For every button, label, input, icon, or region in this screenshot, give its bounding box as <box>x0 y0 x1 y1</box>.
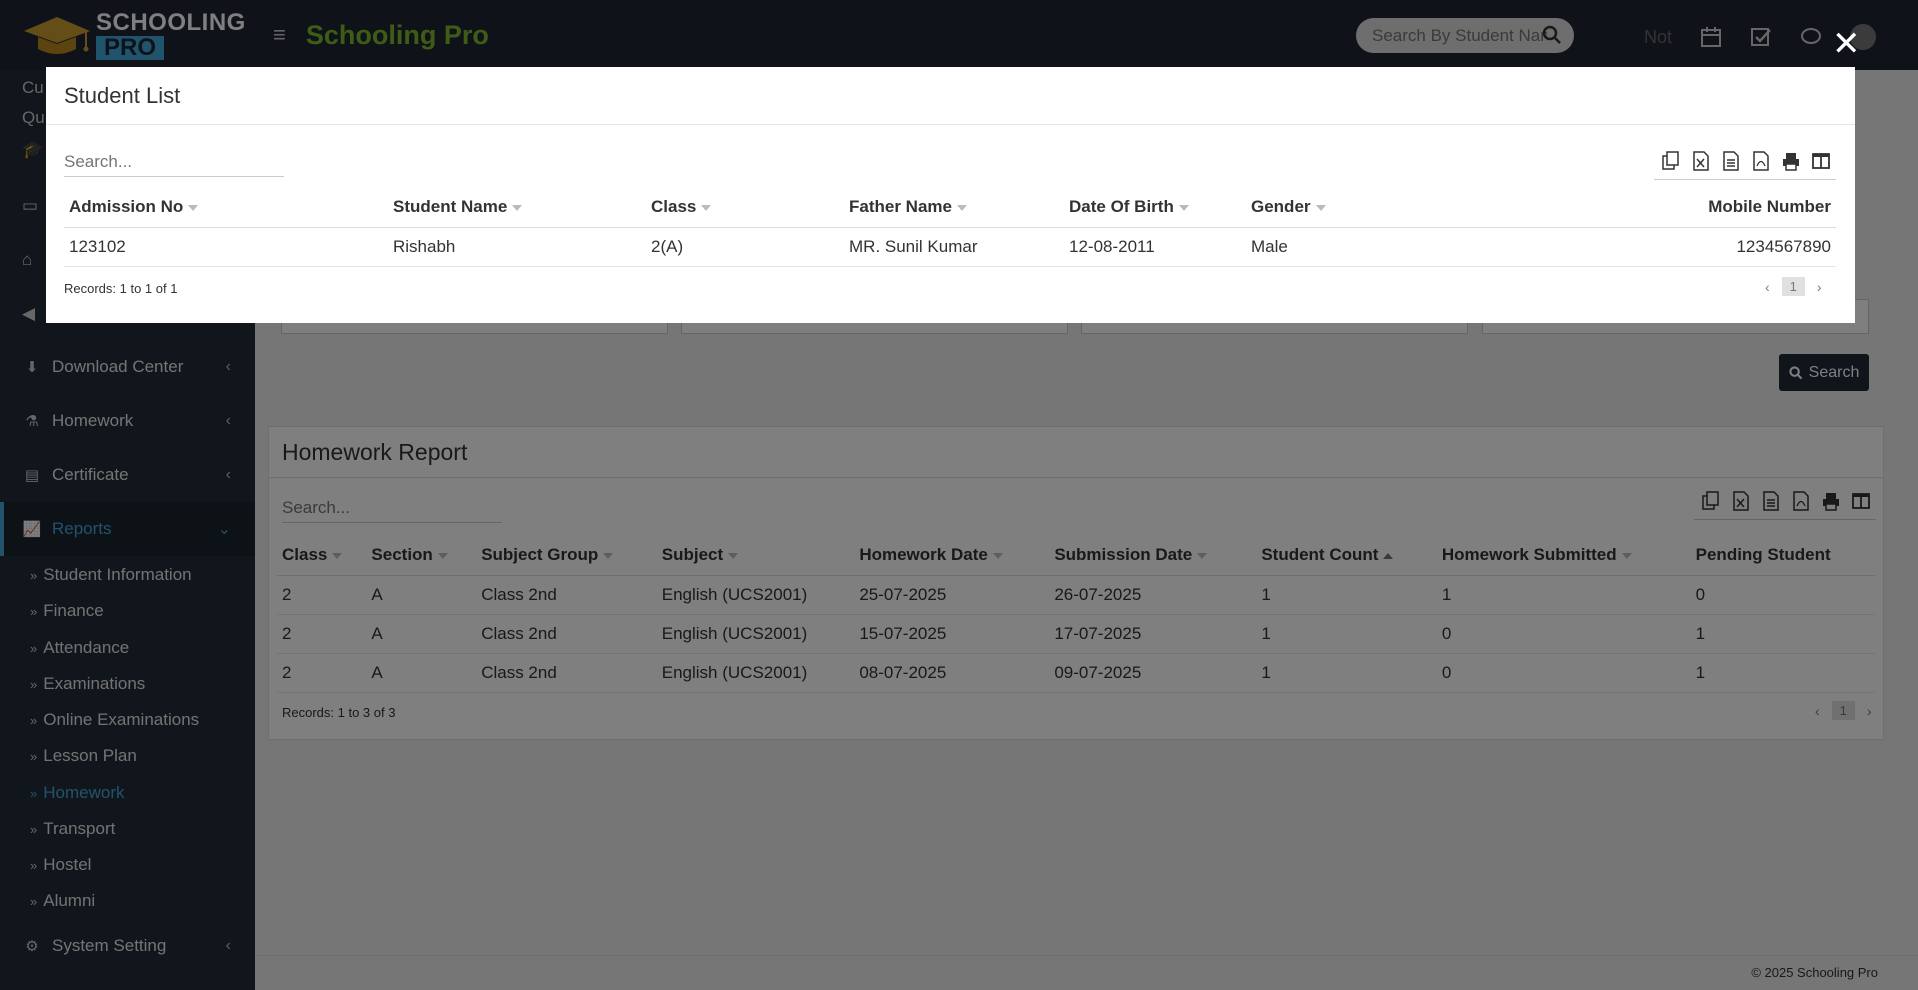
col-date-of-birth[interactable]: Date Of Birth <box>1064 187 1246 228</box>
close-icon[interactable]: ✕ <box>1832 27 1861 61</box>
col-class[interactable]: Class <box>646 187 844 228</box>
modal-search-input[interactable] <box>64 147 284 177</box>
print-icon[interactable] <box>1782 151 1800 171</box>
modal-backdrop[interactable]: Student List Admission No Student Name C… <box>0 0 1918 990</box>
pdf-icon[interactable] <box>1752 151 1770 171</box>
modal-title: Student List <box>46 67 1855 125</box>
student-list-modal: Student List Admission No Student Name C… <box>46 67 1855 323</box>
col-student-name[interactable]: Student Name <box>388 187 646 228</box>
modal-pagination: ‹ 1 › <box>1765 277 1822 296</box>
csv-icon[interactable] <box>1722 151 1740 171</box>
modal-export-toolbar <box>1654 147 1836 180</box>
excel-icon[interactable] <box>1692 151 1710 171</box>
student-name-link[interactable]: Rishabh <box>388 227 646 267</box>
columns-icon[interactable] <box>1812 151 1830 171</box>
page-number[interactable]: 1 <box>1781 277 1805 296</box>
table-row: 123102 Rishabh 2(A) MR. Sunil Kumar 12-0… <box>64 227 1836 267</box>
col-mobile-number[interactable]: Mobile Number <box>1475 187 1836 228</box>
student-list-table: Admission No Student Name Class Father N… <box>64 187 1836 267</box>
col-gender[interactable]: Gender <box>1246 187 1476 228</box>
col-admission-no[interactable]: Admission No <box>64 187 388 228</box>
modal-records-info: Records: 1 to 1 of 1 <box>64 281 178 296</box>
copy-icon[interactable] <box>1662 151 1680 171</box>
next-page-icon[interactable]: › <box>1817 279 1822 295</box>
table-header-row: Admission No Student Name Class Father N… <box>64 187 1836 228</box>
col-father-name[interactable]: Father Name <box>844 187 1064 228</box>
prev-page-icon[interactable]: ‹ <box>1765 279 1770 295</box>
